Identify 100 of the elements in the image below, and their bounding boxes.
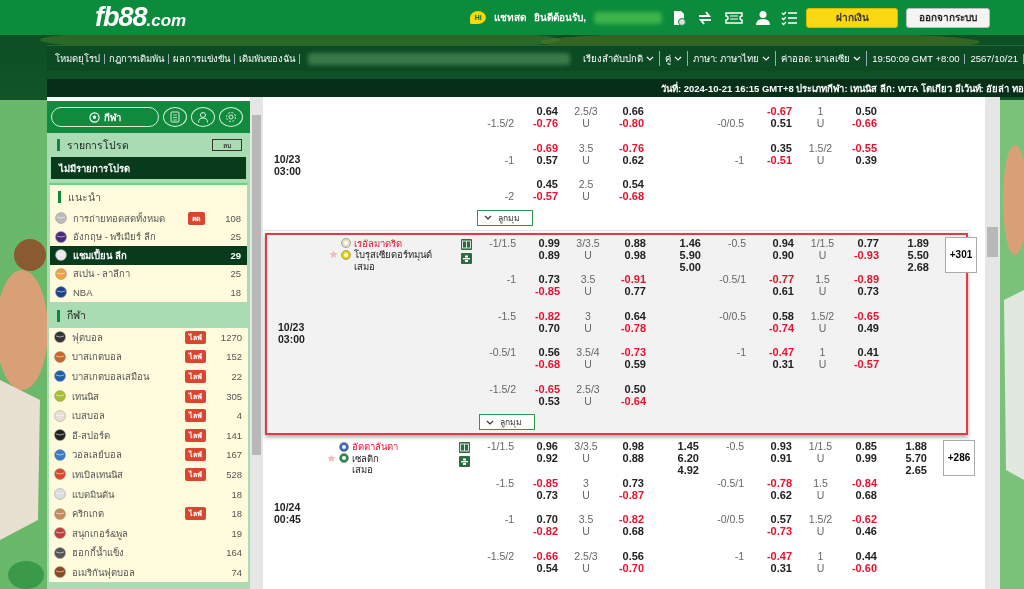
league-item[interactable]: สนุกเกอร์&พูล 19 — [49, 523, 248, 544]
odds-value[interactable]: 0.58 — [746, 309, 794, 322]
odds-value[interactable]: -0.70 — [614, 561, 644, 574]
star-icon[interactable] — [327, 453, 336, 463]
odds-value[interactable]: 4.92 — [644, 464, 699, 476]
stats-icon[interactable] — [461, 252, 472, 264]
odds-value[interactable]: -0.82 — [514, 525, 558, 537]
odds-value[interactable]: 2.68 — [879, 260, 929, 273]
odds-value[interactable]: 0.89 — [516, 248, 560, 261]
odds-value[interactable]: 0.85 — [849, 440, 877, 452]
odds-value[interactable]: -0.80 — [614, 117, 644, 129]
dropdown[interactable]: คู่ — [659, 51, 688, 66]
odds-value[interactable]: 0.45 — [514, 178, 558, 190]
odds-value[interactable]: -0.85 — [516, 285, 560, 297]
odds-value[interactable]: 0.54 — [614, 178, 644, 190]
scrollbar[interactable] — [250, 97, 263, 589]
odds-value[interactable]: 1.88 — [877, 440, 927, 452]
odds-value[interactable]: -0.76 — [514, 117, 558, 129]
pitch-icon[interactable] — [461, 238, 472, 250]
nav-link[interactable]: กฎการเดิมพัน — [105, 53, 169, 64]
odds-value[interactable]: 0.99 — [849, 452, 877, 464]
odds-value[interactable]: 0.49 — [851, 321, 879, 334]
odds-value[interactable]: -0.78 — [744, 476, 792, 489]
odds-value[interactable]: 0.70 — [516, 321, 560, 334]
odds-value[interactable]: 5.00 — [646, 260, 701, 273]
pitch-icon[interactable] — [459, 442, 470, 453]
corners-button[interactable]: ลูกมุม — [479, 414, 535, 430]
odds-value[interactable]: 0.68 — [849, 488, 877, 501]
odds-value[interactable]: 0.77 — [616, 285, 646, 297]
odds-value[interactable]: -0.91 — [616, 273, 646, 285]
odds-value[interactable]: -0.87 — [614, 488, 644, 501]
odds-value[interactable]: -0.66 — [514, 549, 558, 562]
odds-value[interactable]: -0.69 — [514, 141, 558, 154]
odds-value[interactable]: -0.55 — [849, 141, 877, 154]
odds-value[interactable]: 0.96 — [514, 440, 558, 452]
deposit-button[interactable]: ฝากเงิน — [806, 7, 898, 28]
odds-value[interactable]: 0.73 — [514, 488, 558, 501]
checklist-icon[interactable] — [780, 9, 798, 26]
league-item[interactable]: NBA 18 — [50, 283, 247, 302]
dropdown[interactable]: ภาษา: ภาษาไทย — [687, 51, 776, 66]
odds-value[interactable]: -0.73 — [616, 346, 646, 358]
odds-value[interactable]: 0.41 — [851, 346, 879, 358]
odds-value[interactable]: 0.91 — [744, 452, 792, 464]
odds-value[interactable]: -0.51 — [744, 153, 792, 166]
odds-value[interactable]: 0.44 — [849, 549, 877, 562]
nav-link[interactable]: โหมดยุโรป — [47, 53, 105, 64]
logout-button[interactable]: ออกจากระบบ — [906, 7, 990, 28]
odds-value[interactable]: -0.78 — [616, 321, 646, 334]
odds-value[interactable]: 0.68 — [614, 525, 644, 537]
scrollbar[interactable] — [985, 97, 1000, 589]
odds-value[interactable]: 2.65 — [877, 464, 927, 476]
odds-value[interactable]: 0.98 — [616, 248, 646, 261]
odds-value[interactable]: -0.68 — [614, 190, 644, 202]
odds-value[interactable]: 0.92 — [514, 452, 558, 464]
odds-value[interactable]: 0.54 — [514, 561, 558, 574]
odds-value[interactable]: 0.64 — [616, 309, 646, 322]
odds-value[interactable]: -0.57 — [514, 190, 558, 202]
odds-value[interactable]: -0.47 — [744, 549, 792, 562]
odds-value[interactable]: 0.57 — [744, 513, 792, 525]
odds-value[interactable]: 1.46 — [646, 236, 701, 249]
odds-value[interactable]: 0.50 — [616, 382, 646, 395]
person-icon[interactable] — [754, 9, 772, 26]
odds-value[interactable]: 0.50 — [849, 105, 877, 117]
nav-link[interactable]: ผลการแข่งขัน — [169, 53, 235, 64]
league-item[interactable]: แบดมินตัน 18 — [49, 484, 248, 504]
odds-value[interactable]: -0.82 — [614, 513, 644, 525]
league-item[interactable]: สเปน - ลาลีกา 25 — [50, 264, 247, 283]
odds-value[interactable]: -0.77 — [746, 273, 794, 285]
odds-value[interactable]: 0.31 — [746, 358, 794, 370]
odds-value[interactable]: 0.62 — [744, 488, 792, 501]
odds-value[interactable]: -0.82 — [516, 309, 560, 322]
odds-value[interactable]: 0.46 — [849, 525, 877, 537]
odds-value[interactable]: 0.35 — [744, 141, 792, 154]
odds-value[interactable]: -0.68 — [516, 358, 560, 370]
odds-value[interactable]: 0.73 — [851, 285, 879, 297]
odds-value[interactable]: 0.88 — [614, 452, 644, 464]
odds-value[interactable]: 0.57 — [514, 153, 558, 166]
odds-value[interactable]: -0.73 — [744, 525, 792, 537]
odds-value[interactable]: 0.93 — [744, 440, 792, 452]
odds-value[interactable]: 0.88 — [616, 236, 646, 249]
odds-value[interactable]: 0.70 — [514, 513, 558, 525]
corners-button[interactable]: ลูกมุม — [477, 209, 533, 226]
odds-value[interactable]: 0.39 — [849, 153, 877, 166]
dropdown[interactable]: ค่าออด: มาเลเซีย — [775, 51, 868, 66]
odds-value[interactable]: 0.31 — [744, 561, 792, 574]
odds-value[interactable]: -0.89 — [851, 273, 879, 285]
odds-value[interactable]: -0.84 — [849, 476, 877, 489]
odds-value[interactable]: -0.62 — [849, 513, 877, 525]
odds-value[interactable]: -0.93 — [851, 248, 879, 261]
odds-value[interactable]: 0.59 — [616, 358, 646, 370]
odds-value[interactable]: 0.73 — [516, 273, 560, 285]
odds-value[interactable]: 0.56 — [614, 549, 644, 562]
logo[interactable]: fb88.com — [95, 2, 187, 33]
league-item[interactable]: อเมริกันฟุตบอล 74 — [49, 562, 248, 583]
odds-value[interactable]: 0.61 — [746, 285, 794, 297]
odds-value[interactable]: 6.20 — [644, 452, 699, 464]
odds-value[interactable]: 0.98 — [614, 440, 644, 452]
odds-value[interactable]: 0.90 — [746, 248, 794, 261]
odds-value[interactable]: 0.56 — [516, 346, 560, 358]
odds-value[interactable]: -0.65 — [851, 309, 879, 322]
